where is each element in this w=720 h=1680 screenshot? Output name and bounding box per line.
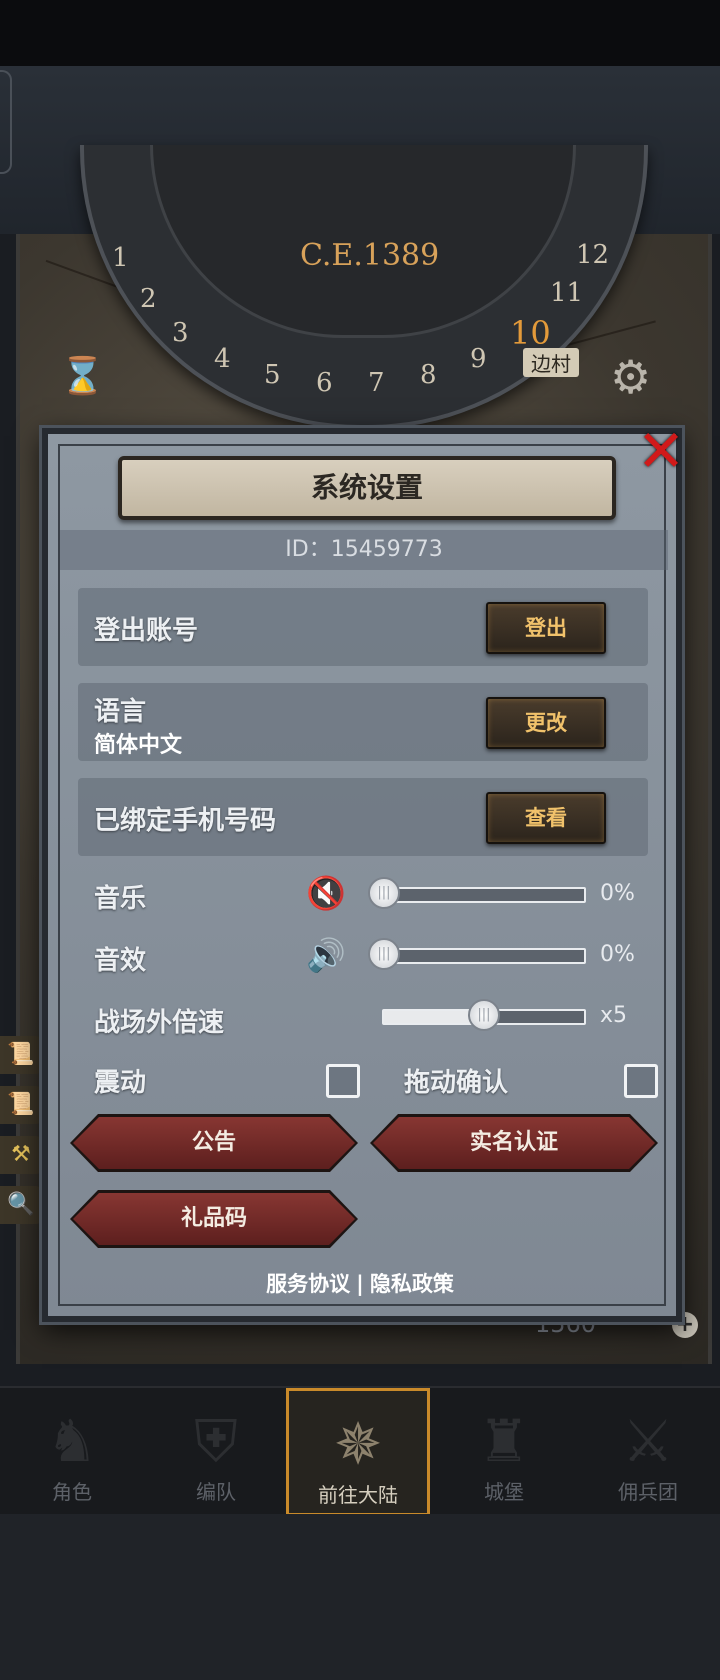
knight-helmet-icon: ♞: [46, 1407, 98, 1475]
map-tool-icon[interactable]: ⚒: [0, 1136, 42, 1174]
music-slider[interactable]: |||: [368, 877, 586, 909]
nav-label: 编队: [196, 1480, 236, 1504]
realname-verify-button[interactable]: 实名认证: [373, 1117, 655, 1169]
logout-button[interactable]: 登出: [486, 602, 606, 654]
speed-value: x5: [600, 1003, 628, 1028]
speed-slider-knob[interactable]: |||: [468, 999, 500, 1031]
dial-number: 6: [316, 368, 333, 398]
phone-row: 已绑定手机号码 查看: [78, 778, 648, 856]
sound-label: 音效: [94, 946, 147, 976]
language-row: 语言 简体中文 更改: [78, 683, 648, 761]
policy-links: 服务协议 | 隐私政策: [0, 1268, 720, 1298]
bottom-band: [0, 1514, 720, 1680]
language-value: 简体中文: [94, 733, 183, 758]
speed-label: 战场外倍速: [94, 1008, 225, 1038]
hourglass-icon[interactable]: ⌛: [60, 355, 105, 397]
vibration-label: 震动: [94, 1068, 147, 1098]
dial-number: 5: [264, 360, 281, 390]
language-label: 语言: [94, 697, 147, 727]
speaker-icon[interactable]: 🔊: [306, 936, 346, 974]
top-side-handle: [0, 70, 12, 174]
dial-number: 1: [112, 243, 129, 273]
sound-slider-knob[interactable]: |||: [368, 938, 400, 970]
bottom-navigation: ♞ 角色 ⛨ 编队 ✵ 前往大陆 ♜ 城堡 ⚔ 佣兵团: [0, 1386, 720, 1516]
compass-icon: ✵: [333, 1410, 383, 1478]
privacy-link[interactable]: 隐私政策: [370, 1272, 454, 1296]
change-language-button[interactable]: 更改: [486, 697, 606, 749]
dial-number: 3: [172, 318, 189, 348]
dial-number: 12: [576, 240, 610, 270]
nav-item-continent[interactable]: ✵ 前往大陆: [286, 1388, 430, 1516]
scroll-icon[interactable]: 📜: [0, 1036, 42, 1074]
nav-item-character[interactable]: ♞ 角色: [0, 1388, 144, 1516]
terms-link[interactable]: 服务协议: [266, 1272, 350, 1296]
drag-confirm-checkbox[interactable]: [624, 1064, 658, 1098]
phone-label: 已绑定手机号码: [94, 806, 277, 836]
music-slider-knob[interactable]: |||: [368, 877, 400, 909]
nav-item-castle[interactable]: ♜ 城堡: [432, 1388, 576, 1516]
dial-number-current: 10: [510, 314, 551, 352]
dial-number: 7: [368, 368, 385, 398]
map-location-label: 边村: [523, 348, 579, 377]
music-value: 0%: [600, 881, 635, 906]
dial-number: 8: [420, 360, 437, 390]
nav-label: 佣兵团: [618, 1480, 678, 1504]
dial-number: 2: [140, 284, 157, 314]
music-label: 音乐: [94, 884, 147, 914]
drag-confirm-label: 拖动确认: [404, 1068, 509, 1098]
nav-label: 前往大陆: [318, 1483, 398, 1507]
nav-label: 城堡: [484, 1480, 524, 1504]
castle-icon: ♜: [478, 1407, 530, 1475]
giftcode-button[interactable]: 礼品码: [73, 1193, 355, 1245]
search-icon[interactable]: 🔍: [0, 1186, 42, 1224]
mercenary-icon: ⚔: [622, 1407, 674, 1475]
quest-scroll-icon[interactable]: 📜: [0, 1086, 42, 1124]
dial-number: 4: [214, 344, 231, 374]
dial-number: 9: [470, 344, 487, 374]
speed-slider[interactable]: |||: [382, 999, 586, 1031]
top-status-band: [0, 0, 720, 66]
dialog-frame: [58, 444, 666, 1306]
speaker-muted-icon[interactable]: 🔇: [306, 874, 346, 912]
dial-number: 11: [550, 278, 584, 308]
nav-item-mercenary[interactable]: ⚔ 佣兵团: [576, 1388, 720, 1516]
team-icon: ⛨: [194, 1407, 238, 1475]
gear-icon[interactable]: ⚙: [610, 350, 651, 404]
sound-value: 0%: [600, 942, 635, 967]
nav-item-team[interactable]: ⛨ 编队: [144, 1388, 288, 1516]
dial-year: C.E.1389: [300, 238, 440, 273]
sound-slider[interactable]: |||: [368, 938, 586, 970]
close-icon[interactable]: ✕: [636, 422, 686, 480]
notice-button[interactable]: 公告: [73, 1117, 355, 1169]
logout-label: 登出账号: [94, 616, 199, 646]
player-id: ID：15459773: [60, 530, 668, 570]
dialog-title: 系统设置: [118, 456, 616, 520]
view-phone-button[interactable]: 查看: [486, 792, 606, 844]
nav-label: 角色: [52, 1480, 92, 1504]
logout-row: 登出账号 登出: [78, 588, 648, 666]
vibration-checkbox[interactable]: [326, 1064, 360, 1098]
link-separator: |: [356, 1272, 364, 1296]
